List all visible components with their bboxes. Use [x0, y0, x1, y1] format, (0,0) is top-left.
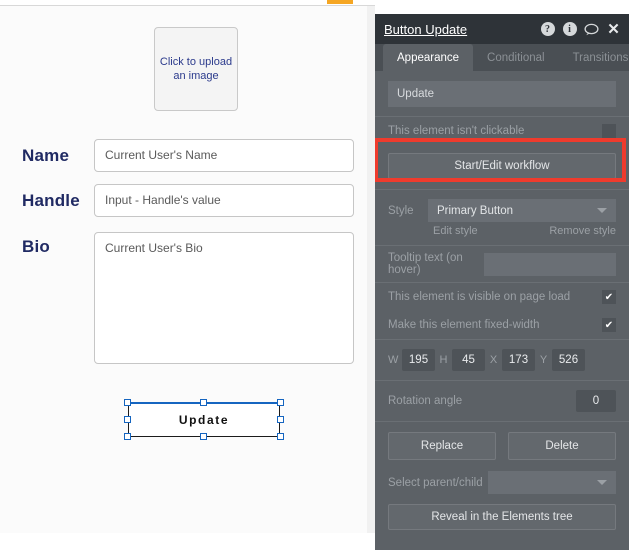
not-clickable-checkbox[interactable] [602, 124, 616, 138]
not-clickable-row: This element isn't clickable [375, 117, 629, 145]
resize-handle-sw[interactable] [124, 433, 131, 440]
tab-transitions[interactable]: Transitions [559, 44, 629, 71]
style-dropdown-value: Primary Button [437, 204, 514, 217]
y-input[interactable]: 526 [552, 349, 585, 371]
handle-label: Handle [22, 191, 80, 210]
image-uploader[interactable]: Click to upload an image [154, 27, 238, 111]
chevron-down-icon [597, 208, 607, 213]
visible-on-load-label: This element is visible on page load [388, 291, 571, 303]
help-icon-glyph: ? [540, 22, 555, 36]
close-icon-glyph: ✕ [607, 20, 620, 38]
bio-label: Bio [22, 237, 50, 256]
visible-on-load-row: This element is visible on page load ✔ [375, 283, 629, 311]
chat-icon[interactable] [584, 22, 599, 37]
fixed-width-checkbox[interactable]: ✔ [602, 318, 616, 332]
select-parent-row: Select parent/child [375, 460, 629, 494]
visible-on-load-checkbox[interactable]: ✔ [602, 290, 616, 304]
resize-handle-n[interactable] [200, 399, 207, 406]
tooltip-row: Tooltip text (on hover) [375, 246, 629, 282]
rotation-label: Rotation angle [388, 395, 463, 407]
handle-input[interactable]: Input - Handle's value [94, 184, 354, 217]
uploader-line-2: an image [173, 70, 219, 82]
rotation-input[interactable]: 0 [576, 390, 616, 412]
width-input[interactable]: 195 [402, 349, 435, 371]
resize-handle-se[interactable] [277, 433, 284, 440]
reveal-row: Reveal in the Elements tree [375, 494, 629, 530]
dimensions-row: W 195 H 45 X 173 Y 526 [375, 340, 629, 380]
rotation-row: Rotation angle 0 [375, 381, 629, 421]
reveal-in-elements-tree-button[interactable]: Reveal in the Elements tree [388, 504, 616, 530]
delete-button[interactable]: Delete [508, 432, 616, 460]
resize-handle-s[interactable] [200, 433, 207, 440]
tab-appearance[interactable]: Appearance [383, 44, 474, 71]
x-input[interactable]: 173 [502, 349, 535, 371]
resize-handle-nw[interactable] [124, 399, 131, 406]
form-row-bio: Bio Current User's Bio [22, 232, 354, 364]
close-icon[interactable]: ✕ [606, 22, 621, 37]
image-uploader-label: Click to upload an image [160, 55, 232, 83]
active-page-marker [327, 0, 353, 4]
form-row-handle: Handle Input - Handle's value [22, 184, 354, 217]
fixed-width-label: Make this element fixed-width [388, 319, 540, 331]
replace-button[interactable]: Replace [388, 432, 496, 460]
remove-style-link[interactable]: Remove style [549, 225, 616, 237]
info-icon[interactable]: i [562, 22, 577, 37]
resize-handle-e[interactable] [277, 416, 284, 423]
panel-tab-bar: Appearance Conditional Transitions [375, 44, 629, 71]
height-label: H [439, 354, 448, 366]
chevron-down-icon-2 [597, 480, 607, 485]
workflow-row: Start/Edit workflow [375, 145, 629, 189]
edit-style-link[interactable]: Edit style [433, 225, 478, 237]
resize-handle-ne[interactable] [277, 399, 284, 406]
page-preview: Click to upload an image Name Current Us… [0, 6, 367, 533]
canvas-bottom-strip [0, 533, 375, 550]
y-label: Y [539, 354, 548, 366]
canvas-scrollbar[interactable] [367, 6, 375, 533]
help-icon[interactable]: ? [540, 22, 555, 37]
panel-header: Button Update ? i ✕ [375, 14, 629, 44]
x-label: X [489, 354, 498, 366]
width-label: W [388, 354, 399, 366]
not-clickable-label: This element isn't clickable [388, 125, 525, 137]
selected-element-wrapper: Update [124, 399, 284, 440]
start-edit-workflow-button[interactable]: Start/Edit workflow [388, 153, 616, 179]
panel-title: Button Update [384, 21, 468, 37]
panel-body: Update This element isn't clickable Star… [375, 71, 629, 530]
update-button[interactable]: Update [128, 403, 280, 437]
style-dropdown[interactable]: Primary Button [428, 199, 616, 222]
property-editor-panel: Button Update ? i ✕ Appearance Condition… [375, 14, 629, 550]
panel-header-icons: ? i ✕ [540, 22, 621, 37]
name-label: Name [22, 146, 70, 165]
chat-icon-svg [584, 23, 599, 35]
resize-handle-w[interactable] [124, 416, 131, 423]
form-row-name: Name Current User's Name [22, 139, 354, 172]
bio-textarea[interactable]: Current User's Bio [94, 232, 354, 364]
tab-conditional[interactable]: Conditional [473, 44, 559, 71]
uploader-line-1: Click to upload [159, 56, 233, 68]
height-input[interactable]: 45 [452, 349, 485, 371]
select-parent-label: Select parent/child [388, 476, 483, 489]
fixed-width-row: Make this element fixed-width ✔ [375, 311, 629, 339]
app-canvas: Click to upload an image Name Current Us… [0, 0, 375, 550]
button-text-input[interactable]: Update [388, 81, 616, 107]
style-links-row: Edit style Remove style [375, 222, 629, 245]
button-text-row: Update [375, 71, 629, 116]
style-row: Style Primary Button [375, 190, 629, 222]
name-input[interactable]: Current User's Name [94, 139, 354, 172]
tooltip-input[interactable] [484, 252, 616, 276]
select-parent-dropdown[interactable] [488, 471, 616, 494]
actions-row: Replace Delete [375, 422, 629, 460]
info-icon-glyph: i [562, 22, 577, 36]
style-label: Style [388, 204, 414, 217]
tooltip-label: Tooltip text (on hover) [388, 252, 463, 276]
